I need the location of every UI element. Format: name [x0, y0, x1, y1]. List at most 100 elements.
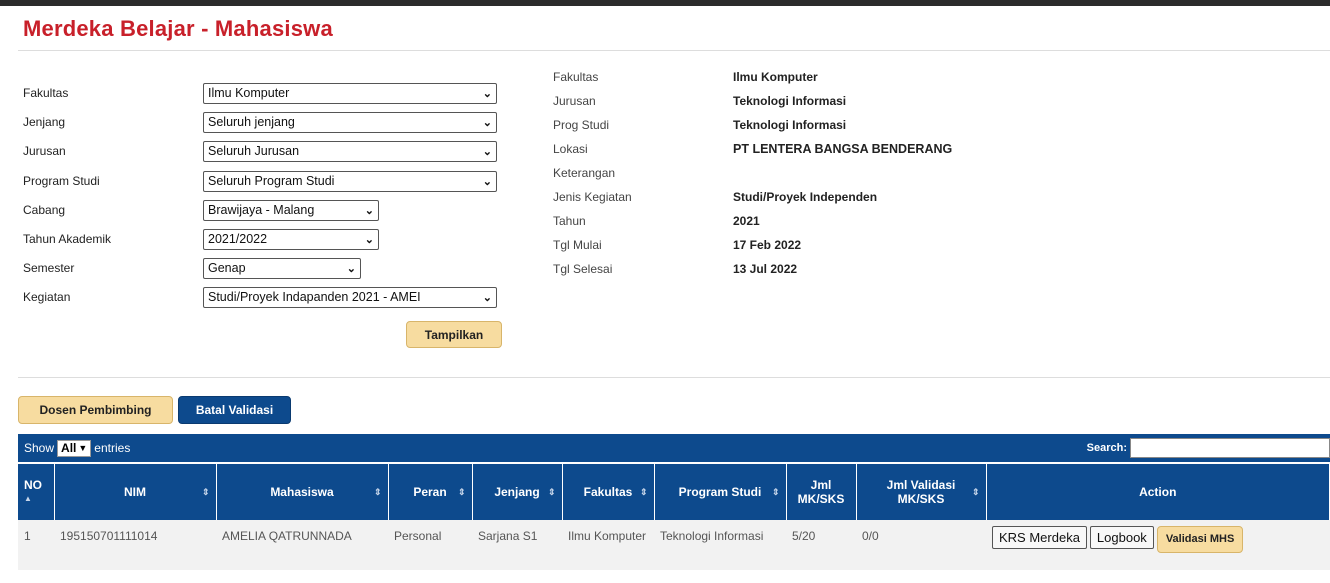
header-label: Action [1139, 485, 1177, 499]
header-label: Program Studi [678, 485, 762, 499]
filter-label: Fakultas [23, 86, 69, 100]
sort-icon: ⇕ [639, 487, 648, 497]
info-value: Teknologi Informasi [733, 94, 847, 108]
chevron-down-icon: ⌄ [346, 262, 356, 275]
chevron-down-icon: ⌄ [482, 291, 492, 304]
info-value: 2021 [733, 214, 760, 228]
filter-row-jurusan: Jurusan Seluruh Jurusan ⌄ [23, 140, 503, 162]
search-label: Search: [1086, 442, 1127, 454]
info-label: Prog Studi [553, 118, 610, 132]
info-value: 17 Feb 2022 [733, 238, 802, 252]
col-nim[interactable]: NIM ⇕ [54, 464, 217, 520]
filter-label: Tahun Akademik [23, 232, 112, 246]
select-value: Ilmu Komputer [208, 86, 290, 100]
filter-row-cabang: Cabang Brawijaya - Malang ⌄ [23, 199, 503, 221]
sort-asc-icon: ▲ [24, 494, 32, 503]
chevron-down-icon: ▼ [78, 443, 88, 453]
info-label: Tahun [553, 214, 586, 228]
col-action[interactable]: Action [986, 464, 1330, 520]
select-value: Genap [208, 261, 246, 275]
chevron-down-icon: ⌄ [364, 204, 374, 217]
filter-row-tahun: Tahun Akademik 2021/2022 ⌄ [23, 228, 503, 250]
header-label: Jml MK/SKS [797, 478, 845, 506]
sort-icon: ⇕ [457, 487, 466, 497]
filter-row-prodi: Program Studi Seluruh Program Studi ⌄ [23, 170, 503, 192]
cell-no: 1 [18, 520, 54, 570]
info-label: Tgl Mulai [553, 238, 602, 252]
program-studi-select[interactable]: Seluruh Program Studi ⌄ [203, 170, 497, 192]
sort-icon: ⇕ [373, 487, 382, 497]
search-input[interactable] [1130, 438, 1330, 458]
info-label: Fakultas [553, 70, 599, 84]
cell-prodi: Teknologi Informasi [654, 520, 786, 570]
filter-label: Cabang [23, 203, 66, 217]
cell-fakultas: Ilmu Komputer [562, 520, 654, 570]
header-label: Mahasiswa [270, 485, 334, 499]
info-value: Ilmu Komputer [733, 70, 818, 84]
info-value: Teknologi Informasi [733, 118, 847, 132]
info-value: Studi/Proyek Independen [733, 190, 878, 204]
entries-select[interactable]: All ▼ [57, 439, 92, 457]
table-row: 1 195150701111014 AMELIA QATRUNNADA Pers… [18, 520, 1330, 570]
select-value: Studi/Proyek Indapanden 2021 - AMEI [208, 290, 421, 304]
col-jml[interactable]: Jml MK/SKS [786, 464, 857, 520]
header-label: Peran [413, 485, 447, 499]
col-fakultas[interactable]: Fakultas ⇕ [562, 464, 655, 520]
krs-merdeka-button[interactable]: KRS Merdeka [992, 526, 1087, 549]
col-jml-validasi[interactable]: Jml Validasi MK/SKS ⇕ [856, 464, 987, 520]
filter-label: Jurusan [23, 144, 66, 158]
filter-label: Jenjang [23, 115, 66, 129]
select-value: 2021/2022 [208, 232, 268, 246]
header-label: Jml Validasi MK/SKS [886, 478, 956, 506]
filter-row-kegiatan: Kegiatan Studi/Proyek Indapanden 2021 - … [23, 286, 503, 308]
info-label: Keterangan [553, 166, 616, 180]
tahun-akademik-select[interactable]: 2021/2022 ⌄ [203, 228, 379, 250]
col-program-studi[interactable]: Program Studi ⇕ [654, 464, 787, 520]
header-label: NO [24, 478, 42, 492]
cell-mahasiswa: AMELIA QATRUNNADA [216, 520, 388, 570]
chevron-down-icon: ⌄ [482, 116, 492, 129]
chevron-down-icon: ⌄ [482, 145, 492, 158]
title-divider [18, 50, 1330, 51]
show-label: Show [24, 441, 55, 455]
info-label: Jurusan [553, 94, 596, 108]
cell-peran: Personal [388, 520, 472, 570]
sort-icon: ⇕ [201, 487, 210, 497]
logbook-button[interactable]: Logbook [1089, 526, 1154, 549]
table-header-row: NO ▲ NIM ⇕ Mahasiswa ⇕ Peran ⇕ Jenjang ⇕ Faku… [18, 464, 1330, 520]
cell-nim: 195150701111014 [54, 520, 216, 570]
dosen-pembimbing-button[interactable]: Dosen Pembimbing [18, 396, 173, 424]
filter-row-jenjang: Jenjang Seluruh jenjang ⌄ [23, 111, 503, 133]
mahasiswa-table: NO ▲ NIM ⇕ Mahasiswa ⇕ Peran ⇕ Jenjang ⇕ Faku… [18, 464, 1330, 570]
filter-label: Kegiatan [23, 290, 71, 304]
jenjang-select[interactable]: Seluruh jenjang ⌄ [203, 111, 497, 133]
batal-validasi-button[interactable]: Batal Validasi [178, 396, 291, 424]
jurusan-select[interactable]: Seluruh Jurusan ⌄ [203, 140, 497, 162]
select-value: Seluruh Program Studi [208, 174, 335, 188]
semester-select[interactable]: Genap ⌄ [203, 257, 361, 279]
page-title: Merdeka Belajar - Mahasiswa [23, 16, 333, 41]
header-label: Jenjang [494, 485, 540, 499]
info-label: Tgl Selesai [553, 262, 613, 276]
col-mahasiswa[interactable]: Mahasiswa ⇕ [216, 464, 389, 520]
sort-icon: ⇕ [547, 487, 556, 497]
page: Merdeka Belajar - Mahasiswa Fakultas Ilm… [0, 6, 1330, 583]
col-no[interactable]: NO ▲ [18, 464, 55, 520]
tampilkan-button[interactable]: Tampilkan [406, 321, 502, 348]
filter-row-fakultas: Fakultas Ilmu Komputer ⌄ [23, 82, 503, 104]
fakultas-select[interactable]: Ilmu Komputer ⌄ [203, 82, 497, 104]
cell-action: KRS Merdeka Logbook Validasi MHS [986, 520, 1330, 570]
kegiatan-select[interactable]: Studi/Proyek Indapanden 2021 - AMEI ⌄ [203, 286, 497, 308]
validasi-mhs-button[interactable]: Validasi MHS [1156, 526, 1244, 553]
sort-icon: ⇕ [971, 487, 980, 497]
cabang-select[interactable]: Brawijaya - Malang ⌄ [203, 199, 379, 221]
filter-label: Program Studi [23, 174, 100, 188]
col-peran[interactable]: Peran ⇕ [388, 464, 473, 520]
col-jenjang[interactable]: Jenjang ⇕ [472, 464, 563, 520]
header-label: NIM [124, 485, 146, 499]
select-value: Brawijaya - Malang [208, 203, 315, 217]
select-value: Seluruh jenjang [208, 115, 295, 129]
chevron-down-icon: ⌄ [482, 175, 492, 188]
cell-jml-validasi: 0/0 [856, 520, 986, 570]
header-label: Fakultas [583, 485, 633, 499]
